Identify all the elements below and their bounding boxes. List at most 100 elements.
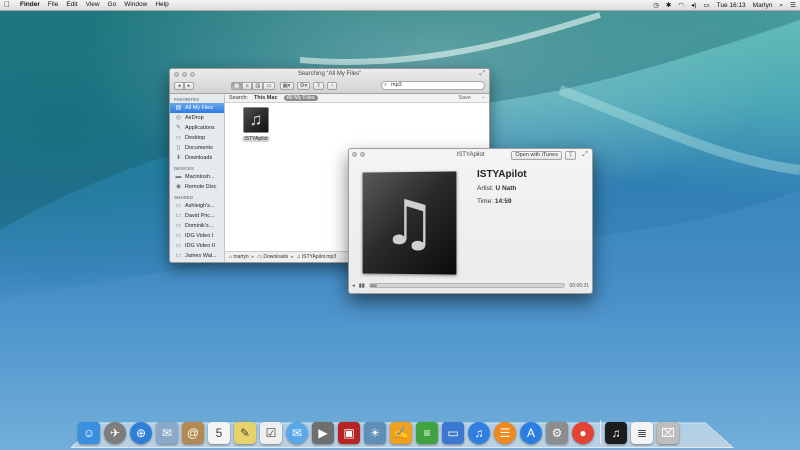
sidebar-item-label: IDG Video I (185, 233, 214, 239)
sidebar-item-desktop[interactable]: ▭ Desktop (170, 133, 224, 143)
quick-look-titlebar[interactable]: ISTYApilot Open with iTunes ⇪ ⤢ (349, 149, 592, 161)
mail-icon[interactable]: ✉ (156, 422, 178, 444)
spotlight-icon[interactable]: ⌕ (780, 1, 784, 11)
share-icon[interactable]: ⇪ (565, 151, 576, 160)
menu-view[interactable]: View (86, 0, 100, 10)
document-icon[interactable]: ≣ (631, 422, 653, 444)
sidebar-heading-favorites: FAVORITES (174, 97, 200, 102)
scope-all-my-files[interactable]: All My Files (283, 95, 318, 101)
path-segment-home[interactable]: ⌂ martyn (229, 254, 249, 260)
system-preferences-icon[interactable]: ⚙ (546, 422, 568, 444)
path-segment-file[interactable]: ♫ ISTYApilot.mp3 (297, 254, 337, 260)
menu-file[interactable]: File (48, 0, 58, 10)
list-view-button[interactable]: ≡ (242, 82, 253, 90)
volume-icon[interactable]: ◂) (691, 1, 696, 11)
wifi-icon[interactable]: ◠ (678, 1, 684, 11)
sidebar-item-documents[interactable]: ▯ Documents (170, 143, 224, 153)
fullscreen-icon[interactable]: ⤢ (479, 70, 485, 78)
sidebar-item-shared[interactable]: ▭ IDG Video I (170, 231, 224, 241)
sidebar-item-label: IDG Video II (185, 243, 215, 249)
finder-window-title: Searching “All My Files” (297, 71, 362, 77)
pause-button[interactable]: ▮▮ (359, 283, 365, 289)
apple-menu-icon[interactable]:  (4, 0, 14, 10)
ibooks-icon[interactable]: ☰ (494, 422, 516, 444)
sidebar-item-macintosh-hd[interactable]: ▬ Macintosh... (170, 172, 224, 182)
all-files-icon: ▤ (175, 104, 182, 111)
pages-icon[interactable]: ✍ (390, 422, 412, 444)
expand-icon[interactable]: ⤢ (582, 151, 588, 159)
time-value: 14:59 (494, 198, 512, 205)
sidebar-item-applications[interactable]: ✎ Applications (170, 123, 224, 133)
finder-titlebar[interactable]: Searching “All My Files” ⤢ ◂ ▸ ▦ ≡ ▥ ▭ ▦… (170, 69, 489, 94)
app-store-icon[interactable]: A (520, 422, 542, 444)
sidebar-item-label: All My Files (185, 105, 214, 111)
photo-booth-icon[interactable]: ▣ (338, 422, 360, 444)
back-forward-group: ◂ ▸ (174, 82, 194, 90)
arrange-button[interactable]: ▦▾ (279, 82, 294, 90)
facetime-icon[interactable]: ▶ (312, 422, 334, 444)
sidebar-item-remote-disc[interactable]: ◉ Remote Disc (170, 182, 224, 192)
path-label: martyn (233, 254, 249, 260)
sidebar-item-all-my-files[interactable]: ▤ All My Files (170, 103, 224, 113)
menu-clock[interactable]: Tue 16:13 (717, 1, 746, 11)
sidebar-item-shared[interactable]: ▭ IDG Video II (170, 241, 224, 251)
keynote-icon[interactable]: ▭ (442, 422, 464, 444)
artist-row: Artist: U Nath (477, 185, 516, 192)
chrome-icon[interactable]: ● (572, 422, 594, 444)
menu-help[interactable]: Help (155, 0, 168, 10)
sidebar-item-airdrop[interactable]: ◎ AirDrop (170, 113, 224, 123)
tags-button[interactable]: ◔ (326, 82, 337, 90)
iphoto-icon[interactable]: ☀ (364, 422, 386, 444)
time-machine-icon[interactable]: ◷ (653, 1, 659, 11)
search-input[interactable]: ⌕ mp3 (381, 81, 485, 90)
network-computer-icon: ▭ (175, 232, 182, 239)
menu-finder[interactable]: Finder (20, 0, 40, 10)
remove-criteria-button[interactable]: − (482, 95, 485, 101)
numbers-icon[interactable]: ≡ (416, 422, 438, 444)
search-value: mp3 (391, 82, 402, 88)
calendar-icon[interactable]: 5 (208, 422, 230, 444)
share-button[interactable]: ⇪ (313, 82, 324, 90)
sidebar-item-shared[interactable]: ▭ Ashleigh's... (170, 201, 224, 211)
volume-icon[interactable]: ◂ (352, 283, 355, 289)
launchpad-icon[interactable]: ✈ (104, 422, 126, 444)
contacts-icon[interactable]: @ (182, 422, 204, 444)
menu-window[interactable]: Window (124, 0, 147, 10)
coverflow-view-button[interactable]: ▭ (263, 82, 275, 90)
finder-icon[interactable]: ☺ (78, 422, 100, 444)
reminders-icon[interactable]: ☑ (260, 422, 282, 444)
quick-look-window: ISTYApilot Open with iTunes ⇪ ⤢ ♫ ISTYAp… (348, 148, 593, 294)
hard-drive-icon: ▬ (175, 173, 182, 180)
sidebar-item-shared[interactable]: ▭ James Wal... (170, 251, 224, 261)
column-view-button[interactable]: ▥ (252, 82, 264, 90)
back-button[interactable]: ◂ (174, 82, 184, 90)
safari-icon[interactable]: ⊕ (130, 422, 152, 444)
sidebar-item-label: Desktop (185, 135, 206, 141)
file-item[interactable]: ♫ ISTYApilot (242, 107, 270, 142)
path-segment-downloads[interactable]: ▭ Downloads (257, 254, 288, 260)
forward-button[interactable]: ▸ (184, 82, 194, 90)
battery-icon[interactable]: ▭ (703, 1, 709, 11)
messages-icon[interactable]: ✉ (286, 422, 308, 444)
open-with-itunes-button[interactable]: Open with iTunes (511, 151, 562, 160)
menu-edit[interactable]: Edit (66, 0, 77, 10)
playback-scrubber[interactable] (368, 283, 565, 288)
action-gear-button[interactable]: ⚙▾ (296, 82, 311, 90)
bluetooth-icon[interactable]: ✱ (666, 1, 671, 11)
sidebar-item-downloads[interactable]: ⬇ Downloads (170, 153, 224, 163)
notification-center-icon[interactable]: ☰ (790, 1, 796, 11)
itunes-file-icon[interactable]: ♫ (605, 422, 627, 444)
icon-view-button[interactable]: ▦ (231, 82, 243, 90)
sidebar-item-shared[interactable]: ▭ Dominik's... (170, 221, 224, 231)
itunes-icon[interactable]: ♫ (468, 422, 490, 444)
notes-icon[interactable]: ✎ (234, 422, 256, 444)
search-icon: ⌕ (384, 82, 388, 88)
trash-icon[interactable]: ⌧ (657, 422, 679, 444)
menu-user[interactable]: Martyn (753, 1, 773, 11)
menu-extras: ◷ ✱ ◠ ◂) ▭ Tue 16:13 Martyn ⌕ ☰ (646, 0, 796, 11)
sidebar-item-label: Downloads (185, 155, 213, 161)
save-search-button[interactable]: Save (458, 95, 471, 101)
sidebar-item-shared[interactable]: ▭ David Pric... (170, 211, 224, 221)
menu-go[interactable]: Go (108, 0, 117, 10)
scope-this-mac[interactable]: This Mac (254, 95, 278, 101)
